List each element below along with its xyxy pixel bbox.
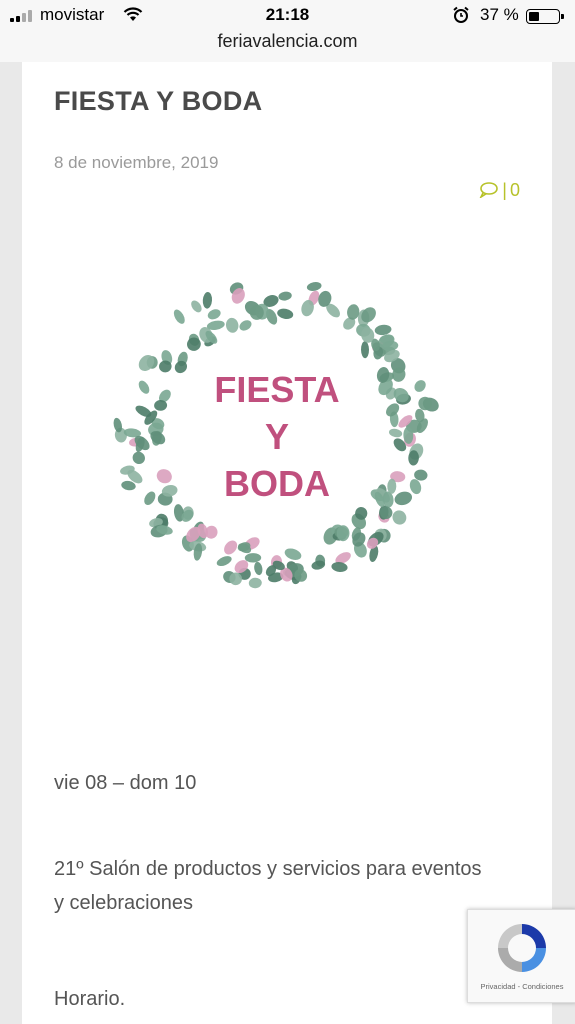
event-description: 21º Salón de productos y servicios para …	[54, 858, 482, 914]
recaptcha-icon	[498, 924, 546, 972]
alarm-icon	[453, 6, 469, 23]
post-date: 8 de noviembre, 2019	[54, 153, 219, 172]
wreath-leaf	[216, 556, 232, 567]
wreath-leaf	[132, 451, 145, 465]
comments-link[interactable]: | 0	[479, 180, 520, 201]
page-title: FIESTA Y BODA	[54, 86, 263, 116]
wreath-leaf	[156, 469, 172, 484]
event-dates: vie 08 – dom 10	[54, 772, 197, 794]
logo-line-3: BODA	[224, 463, 330, 504]
schedule-heading: Horario.	[54, 988, 126, 1010]
article-card: FIESTA Y BODA 8 de noviembre, 2019 | 0 FI…	[22, 62, 552, 1024]
wreath-leaf	[187, 337, 201, 351]
wreath-leaf	[202, 292, 213, 309]
wreath-leaf	[392, 510, 407, 525]
wreath-leaf	[278, 291, 292, 301]
wreath-leaf	[284, 548, 302, 560]
comment-icon	[479, 182, 499, 200]
url-bar[interactable]: feriavalencia.com	[0, 31, 575, 52]
wreath-leaf	[207, 309, 221, 320]
event-logo-wreath: FIESTA Y BODA	[113, 282, 439, 589]
wreath-leaf	[248, 577, 262, 589]
wreath-leaf	[138, 380, 150, 394]
browser-top-bar: movistar 21:18 37 % feriavalencia.com	[0, 0, 575, 62]
wreath-leaf	[374, 324, 392, 336]
wreath-leaf	[331, 562, 348, 572]
wreath-leaf	[224, 540, 238, 555]
wreath-leaf	[414, 380, 426, 392]
battery-icon	[526, 9, 564, 24]
wreath-leaf	[388, 428, 403, 438]
wreath-leaf	[144, 491, 156, 506]
logo-line-2: Y	[265, 416, 289, 457]
wreath-leaf	[277, 308, 294, 319]
wreath-leaf	[394, 491, 413, 506]
comment-count: 0	[509, 180, 520, 200]
recaptcha-badge[interactable]: Privacidad - Condiciones	[467, 909, 575, 1003]
logo-line-1: FIESTA	[214, 369, 339, 410]
recaptcha-links[interactable]: Privacidad - Condiciones	[468, 982, 575, 991]
wreath-leaf	[225, 317, 239, 333]
wreath-leaf	[360, 341, 370, 359]
wreath-leaf	[306, 282, 322, 291]
wreath-leaf	[191, 300, 202, 313]
status-bar: movistar 21:18 37 %	[0, 4, 575, 28]
wreath-leaf	[239, 320, 252, 331]
wreath-leaf	[244, 553, 262, 563]
wreath-leaf	[173, 309, 185, 324]
battery-percent: 37 %	[480, 5, 519, 24]
wreath-leaf	[254, 561, 263, 576]
